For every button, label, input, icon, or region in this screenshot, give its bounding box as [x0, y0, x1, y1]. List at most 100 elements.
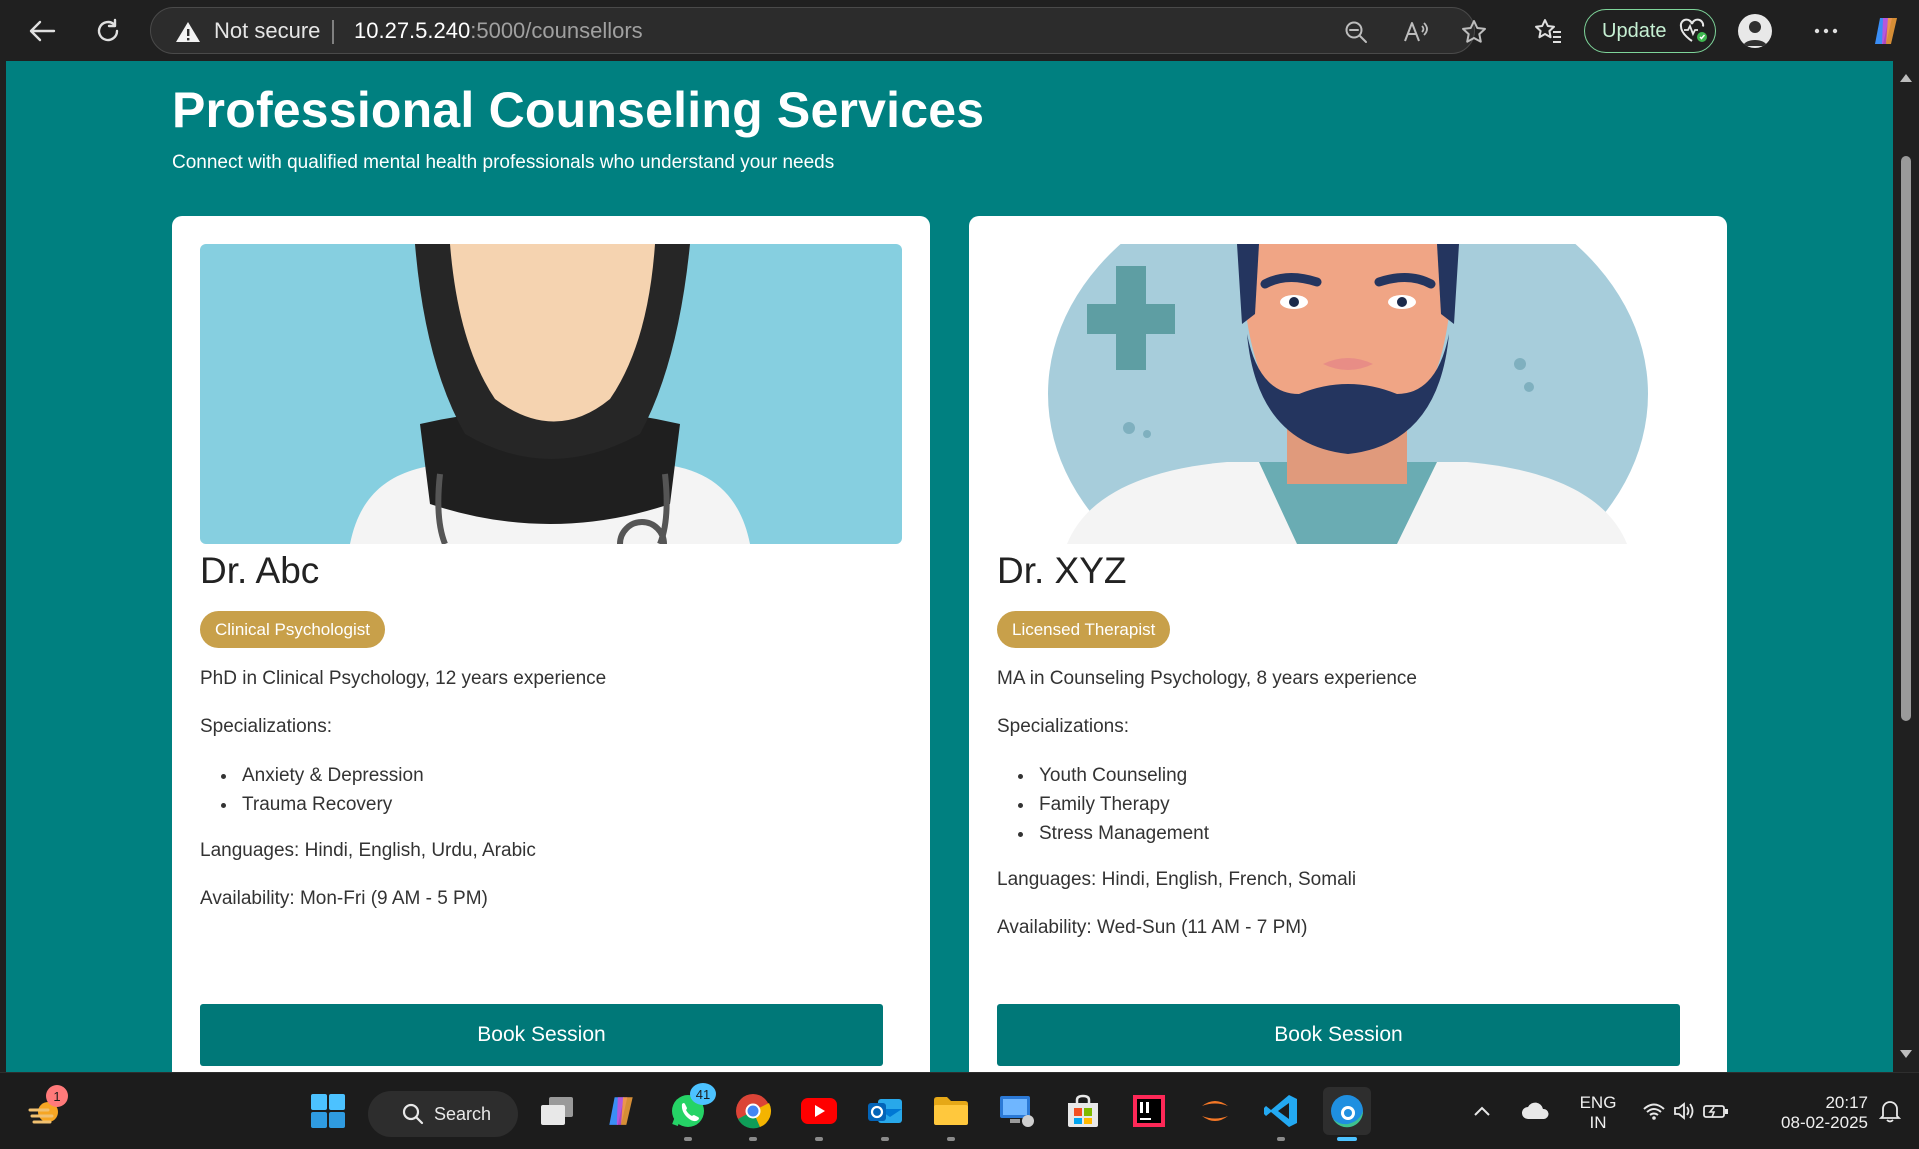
notifications-button[interactable]: [1872, 1087, 1908, 1135]
book-session-button[interactable]: Book Session: [200, 1004, 883, 1066]
back-arrow-icon: [29, 20, 56, 42]
page-title: Professional Counseling Services: [172, 82, 985, 138]
onedrive-button[interactable]: [1516, 1087, 1556, 1135]
url-host: 10.27.5.240: [354, 18, 471, 43]
star-icon: [1462, 20, 1486, 43]
update-label: Update: [1602, 19, 1667, 42]
browser-toolbar: Not secure 10.27.5.240:5000/counsellors …: [0, 0, 1919, 61]
remote-desktop-icon: [1000, 1096, 1034, 1127]
copilot-icon: [609, 1097, 633, 1125]
show-hidden-icons-button[interactable]: [1467, 1087, 1497, 1135]
book-session-button[interactable]: Book Session: [997, 1004, 1680, 1066]
role-badge: Clinical Psychologist: [200, 611, 385, 648]
running-indicator: [1277, 1137, 1285, 1141]
url-text[interactable]: 10.27.5.240:5000/counsellors: [354, 18, 643, 44]
qualification-text: PhD in Clinical Psychology, 12 years exp…: [200, 668, 607, 689]
update-button[interactable]: Update: [1584, 9, 1716, 53]
page-subtitle: Connect with qualified mental health pro…: [172, 152, 835, 173]
running-indicator: [815, 1137, 823, 1141]
availability-text: Availability: Mon-Fri (9 AM - 5 PM): [200, 888, 488, 909]
taskbar-intellij[interactable]: [1125, 1087, 1173, 1135]
zoom-button[interactable]: [1341, 17, 1371, 47]
read-aloud-button[interactable]: [1401, 17, 1431, 47]
clock-time: 20:17: [1825, 1093, 1868, 1112]
female-doctor-illustration: [350, 244, 750, 544]
specializations-list: Youth Counseling Family Therapy Stress M…: [1035, 761, 1209, 848]
list-item: Stress Management: [1035, 819, 1209, 848]
copilot-icon: [1875, 18, 1897, 44]
scroll-down-arrow-icon[interactable]: [1899, 1047, 1913, 1061]
male-doctor-illustration: [1048, 244, 1648, 544]
quick-settings-button[interactable]: [1636, 1087, 1736, 1135]
search-label: Search: [434, 1103, 492, 1124]
availability-text: Availability: Wed-Sun (11 AM - 7 PM): [997, 917, 1308, 938]
folder-icon: [934, 1097, 968, 1125]
specializations-label: Specializations:: [200, 716, 333, 737]
input-language[interactable]: ENG IN: [1572, 1093, 1624, 1133]
address-separator: [332, 20, 334, 44]
counsellor-card-abc: Dr. Abc Clinical Psychologist PhD in Cli…: [172, 216, 930, 1072]
back-button[interactable]: [20, 10, 64, 52]
taskbar-chrome[interactable]: [729, 1087, 777, 1141]
favorite-button[interactable]: [1459, 17, 1489, 47]
chevron-up-icon: [1474, 1106, 1490, 1116]
taskbar-remote-desktop[interactable]: [993, 1087, 1041, 1135]
outlook-icon: [868, 1099, 902, 1123]
settings-more-button[interactable]: [1806, 12, 1846, 50]
windows-logo-icon: [311, 1094, 345, 1128]
bell-icon: [1879, 1101, 1901, 1123]
volume-icon: [1674, 1102, 1694, 1120]
counsellor-name: Dr. Abc: [200, 550, 320, 591]
clock[interactable]: 20:17 08-02-2025: [1748, 1093, 1868, 1133]
widgets-button[interactable]: 1: [22, 1085, 70, 1135]
counsellor-name: Dr. XYZ: [997, 550, 1127, 591]
jupyter-icon: [1202, 1101, 1228, 1121]
warning-icon: [176, 22, 200, 42]
refresh-button[interactable]: [86, 10, 130, 52]
url-path: :5000/counsellors: [470, 18, 643, 43]
taskbar-edge[interactable]: [1323, 1087, 1371, 1141]
copilot-button[interactable]: [1866, 12, 1906, 50]
languages-text: Languages: Hindi, English, Urdu, Arabic: [200, 840, 536, 861]
role-badge: Licensed Therapist: [997, 611, 1171, 648]
user-icon: [1743, 21, 1767, 46]
list-item: Family Therapy: [1035, 790, 1209, 819]
running-indicator: [684, 1137, 692, 1141]
list-item: Trauma Recovery: [238, 790, 424, 819]
update-health-icon: [1679, 18, 1707, 42]
page-scrollbar[interactable]: [1893, 61, 1919, 1072]
favorites-button[interactable]: [1528, 12, 1568, 50]
list-item: Youth Counseling: [1035, 761, 1209, 790]
qualification-text: MA in Counseling Psychology, 8 years exp…: [997, 668, 1417, 689]
taskbar-jupyter[interactable]: [1191, 1087, 1239, 1135]
taskbar-youtube[interactable]: [795, 1087, 843, 1141]
task-view-icon: [541, 1097, 573, 1125]
battery-icon: [1703, 1105, 1728, 1118]
security-label[interactable]: Not secure: [214, 18, 320, 44]
running-indicator: [947, 1137, 955, 1141]
windows-taskbar: 1 Search 41 ENG IN 20:17 08-02-2025: [0, 1072, 1919, 1149]
taskbar-outlook[interactable]: [861, 1087, 909, 1141]
taskbar-search[interactable]: Search: [368, 1091, 518, 1137]
cloud-icon: [1522, 1102, 1549, 1119]
scroll-thumb[interactable]: [1901, 156, 1911, 721]
language-code: ENG: [1579, 1093, 1617, 1112]
favorites-star-icon: [1535, 19, 1561, 43]
start-button[interactable]: [304, 1087, 352, 1135]
address-bar[interactable]: Not secure 10.27.5.240:5000/counsellors: [150, 7, 1486, 54]
store-icon: [1068, 1094, 1098, 1127]
profile-avatar[interactable]: [1738, 14, 1772, 48]
search-icon: [402, 1103, 424, 1125]
taskbar-vscode[interactable]: [1257, 1087, 1305, 1141]
widgets-notification-badge: 1: [46, 1085, 68, 1107]
page-viewport: Professional Counseling Services Connect…: [6, 61, 1893, 1072]
taskbar-copilot[interactable]: [597, 1087, 645, 1135]
list-item: Anxiety & Depression: [238, 761, 424, 790]
intellij-icon: [1133, 1095, 1165, 1127]
task-view-button[interactable]: [533, 1087, 581, 1135]
taskbar-file-explorer[interactable]: [927, 1087, 975, 1141]
scroll-up-arrow-icon[interactable]: [1899, 71, 1913, 85]
taskbar-microsoft-store[interactable]: [1059, 1087, 1107, 1135]
running-indicator: [881, 1137, 889, 1141]
taskbar-whatsapp[interactable]: 41: [664, 1083, 716, 1141]
